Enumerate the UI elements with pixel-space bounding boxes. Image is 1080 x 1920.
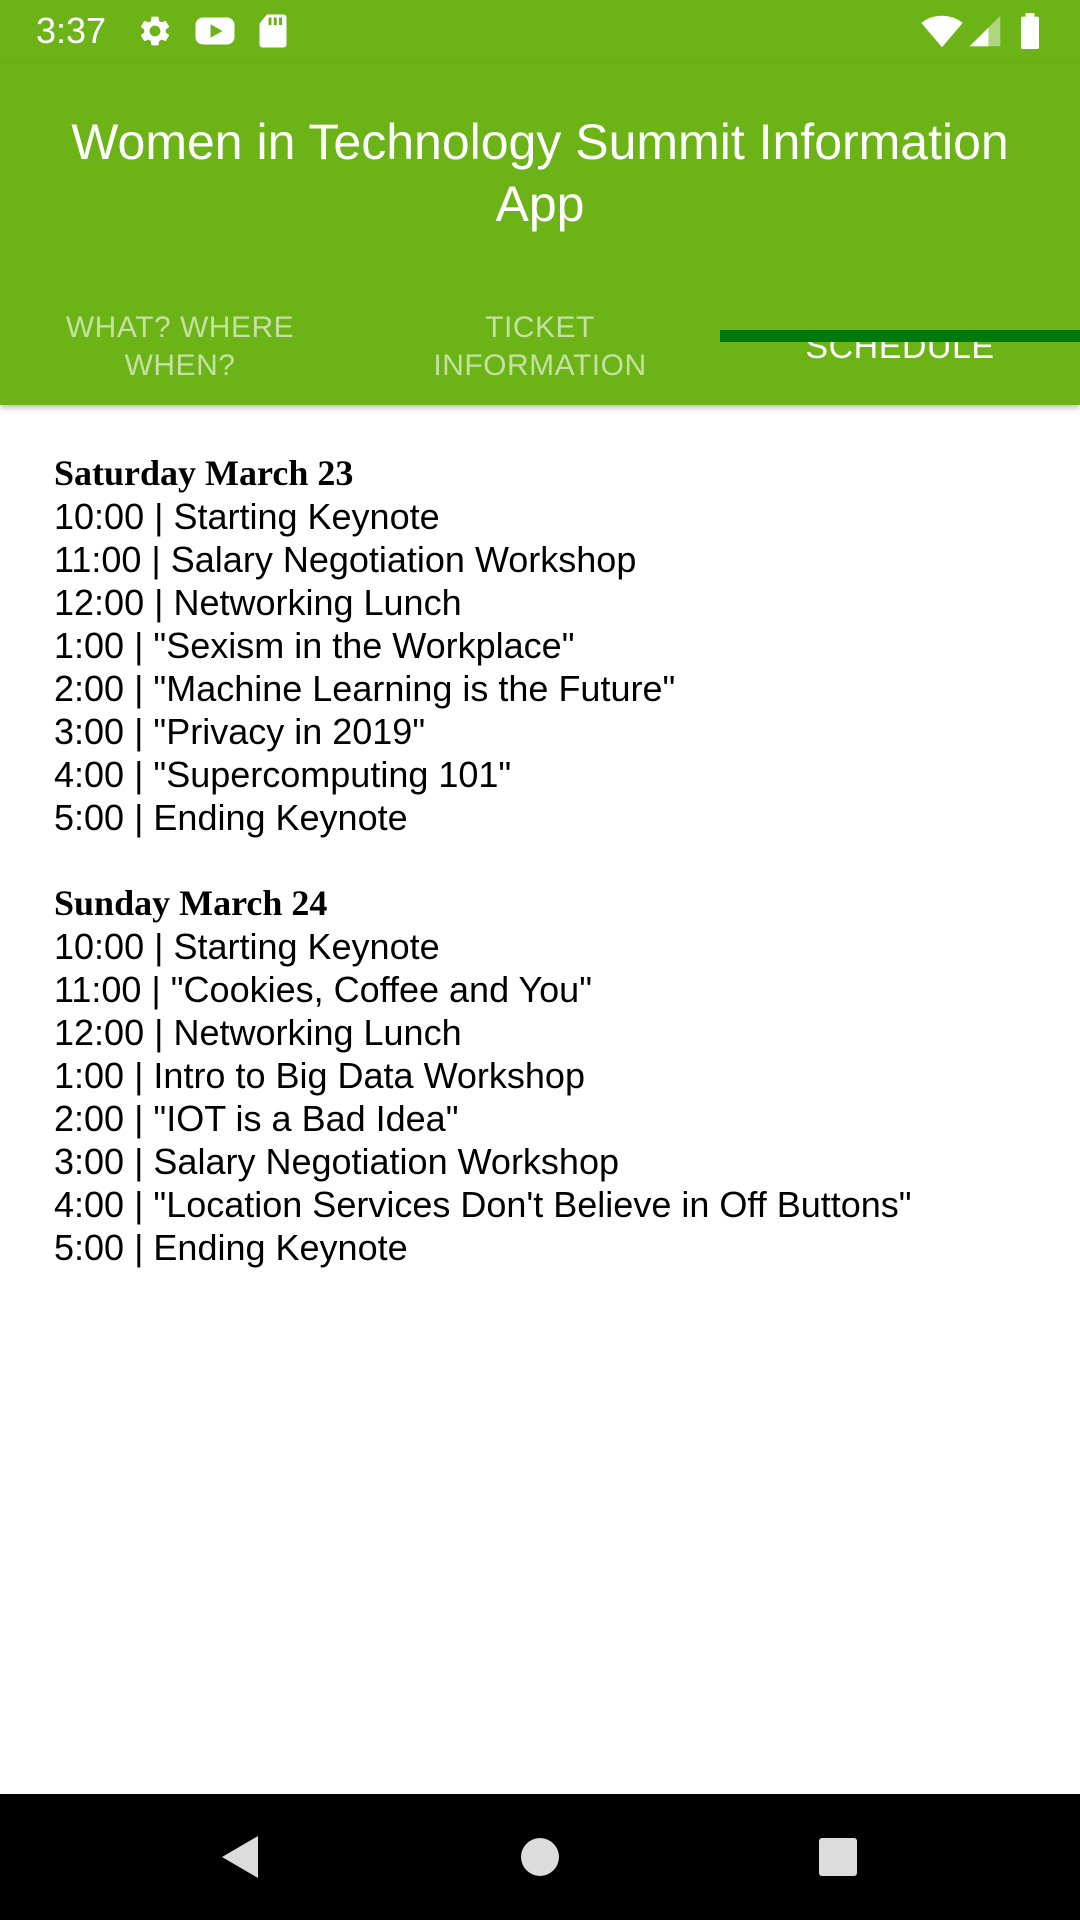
schedule-event: 2:00 | "IOT is a Bad Idea" — [54, 1098, 459, 1139]
tab-what-where-when[interactable]: WHAT? WHERE WHEN? — [0, 292, 360, 405]
tab-label: TICKET INFORMATION — [433, 310, 647, 382]
back-icon[interactable] — [210, 1827, 270, 1887]
schedule-content: Saturday March 23 10:00 | Starting Keyno… — [54, 452, 1044, 1312]
schedule-event: 5:00 | Ending Keynote — [54, 1227, 408, 1268]
app-bar: Women in Technology Summit Information A… — [0, 63, 1080, 405]
tab-label: WHAT? WHERE WHEN? — [65, 310, 295, 382]
schedule-event: 5:00 | Ending Keynote — [54, 797, 408, 838]
day-heading: Saturday March 23 — [54, 453, 354, 493]
home-icon[interactable] — [510, 1827, 570, 1887]
schedule-event: 10:00 | Starting Keynote — [54, 926, 440, 967]
signal-icon — [968, 13, 1004, 49]
wifi-icon — [920, 13, 966, 49]
schedule-event: 3:00 | Salary Negotiation Workshop — [54, 1141, 619, 1182]
schedule-event: 10:00 | Starting Keynote — [54, 496, 440, 537]
schedule-event: 1:00 | "Sexism in the Workplace" — [54, 625, 575, 666]
day-block: Sunday March 24 10:00 | Starting Keynote… — [54, 882, 1044, 1269]
status-bar: 3:37 — [0, 0, 1080, 63]
schedule-event: 11:00 | Salary Negotiation Workshop — [54, 539, 637, 580]
recents-icon[interactable] — [808, 1827, 868, 1887]
schedule-event: 1:00 | Intro to Big Data Workshop — [54, 1055, 585, 1096]
schedule-event: 2:00 | "Machine Learning is the Future" — [54, 668, 676, 709]
app-title: Women in Technology Summit Information A… — [71, 114, 1009, 232]
status-time: 3:37 — [36, 10, 107, 51]
day-heading: Sunday March 24 — [54, 883, 328, 923]
battery-icon — [1019, 13, 1043, 49]
schedule-event: 11:00 | "Cookies, Coffee and You" — [54, 969, 592, 1010]
schedule-event: 4:00 | "Location Services Don't Believe … — [54, 1184, 912, 1225]
schedule-event: 12:00 | Networking Lunch — [54, 582, 462, 623]
navigation-bar — [0, 1794, 1080, 1920]
tab-indicator — [720, 330, 1080, 342]
tab-schedule[interactable]: SCHEDULE — [720, 292, 1080, 405]
gear-icon — [137, 13, 177, 49]
schedule-event: 4:00 | "Supercomputing 101" — [54, 754, 512, 795]
schedule-event: 12:00 | Networking Lunch — [54, 1012, 462, 1053]
youtube-icon — [194, 13, 235, 49]
tab-ticket-information[interactable]: TICKET INFORMATION — [360, 292, 720, 405]
sd-card-icon — [257, 13, 297, 49]
schedule-event: 3:00 | "Privacy in 2019" — [54, 711, 426, 752]
day-block: Saturday March 23 10:00 | Starting Keyno… — [54, 452, 1044, 839]
